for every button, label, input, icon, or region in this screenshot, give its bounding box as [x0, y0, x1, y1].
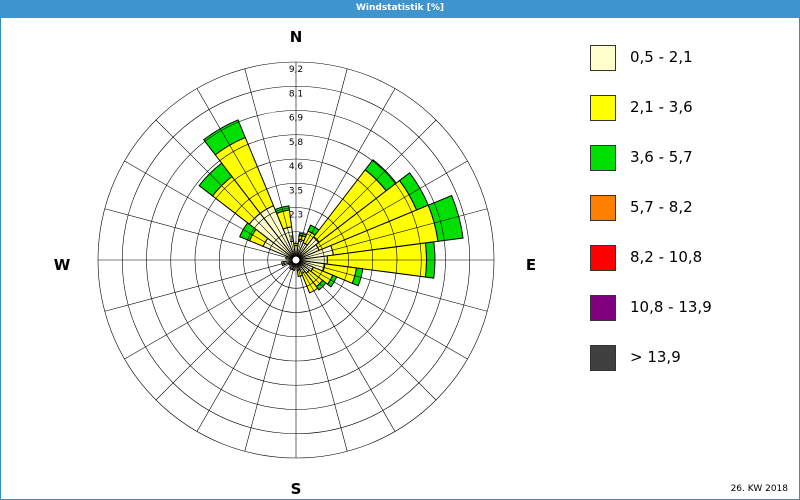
- radial-tick-label: 2,3: [289, 211, 303, 221]
- legend-label: > 13,9: [630, 348, 681, 366]
- legend-label: 2,1 - 3,6: [630, 98, 693, 116]
- legend-swatch: [590, 345, 616, 371]
- compass-s: S: [291, 480, 302, 498]
- legend-label: 10,8 - 13,9: [630, 298, 712, 316]
- legend-label: 0,5 - 2,1: [630, 48, 693, 66]
- compass-w: W: [54, 256, 71, 274]
- week-label: 26. KW 2018: [730, 484, 788, 494]
- radial-tick-label: 6,9: [289, 114, 304, 124]
- legend-swatch: [590, 295, 616, 321]
- radial-tick-label: 1,2: [289, 235, 303, 245]
- radial-tick-label: 4,6: [289, 162, 304, 172]
- compass-e: E: [526, 256, 536, 274]
- legend-label: 3,6 - 5,7: [630, 148, 693, 166]
- radial-tick-label: 3,5: [289, 186, 303, 196]
- radial-tick-label: 8,1: [289, 89, 303, 99]
- legend-label: 8,2 - 10,8: [630, 248, 703, 266]
- legend-swatch: [590, 245, 616, 271]
- compass-n: N: [290, 28, 303, 46]
- legend-swatch: [590, 195, 616, 221]
- radial-tick-label: 5,8: [289, 138, 304, 148]
- legend-swatch: [590, 145, 616, 171]
- legend-swatch: [590, 95, 616, 121]
- radial-tick-label: 9,2: [289, 65, 303, 75]
- legend-label: 5,7 - 8,2: [630, 198, 693, 216]
- legend-swatch: [590, 45, 616, 71]
